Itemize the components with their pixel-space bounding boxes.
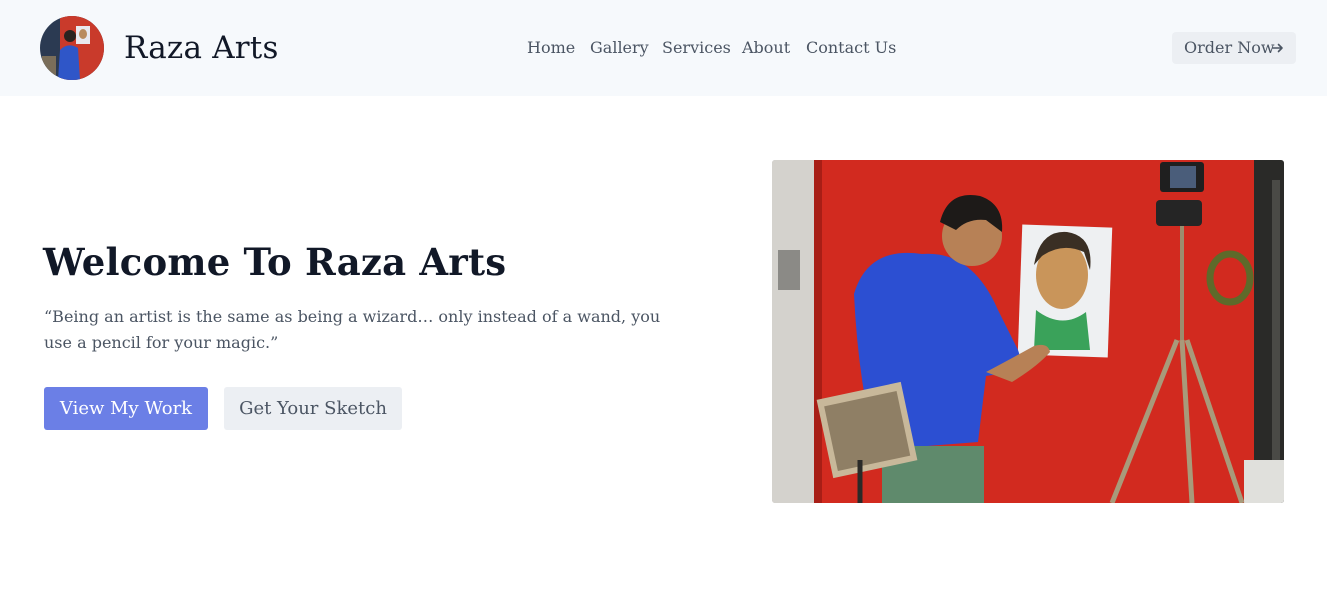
hero-quote: “Being an artist is the same as being a … <box>44 307 661 352</box>
nav-gallery[interactable]: Gallery <box>590 37 649 59</box>
nav-contact-us[interactable]: Contact Us <box>806 37 896 59</box>
view-my-work-button[interactable]: View My Work <box>44 387 208 430</box>
nav-services[interactable]: Services <box>662 37 731 59</box>
brand-name[interactable]: Raza Arts <box>124 28 279 68</box>
order-now-button[interactable]: Order Now <box>1172 32 1296 64</box>
nav-home[interactable]: Home <box>527 37 575 59</box>
artist-avatar-icon[interactable] <box>40 16 104 80</box>
get-your-sketch-button[interactable]: Get Your Sketch <box>224 387 402 430</box>
arrow-right-icon <box>1272 43 1283 53</box>
artist-painting-photo <box>772 160 1284 503</box>
hero-title: Welcome To Raza Arts <box>43 240 507 284</box>
nav-about[interactable]: About <box>742 37 790 59</box>
site-header: Raza Arts Home Gallery Services About Co… <box>0 0 1327 96</box>
order-now-label: Order Now <box>1184 38 1275 57</box>
